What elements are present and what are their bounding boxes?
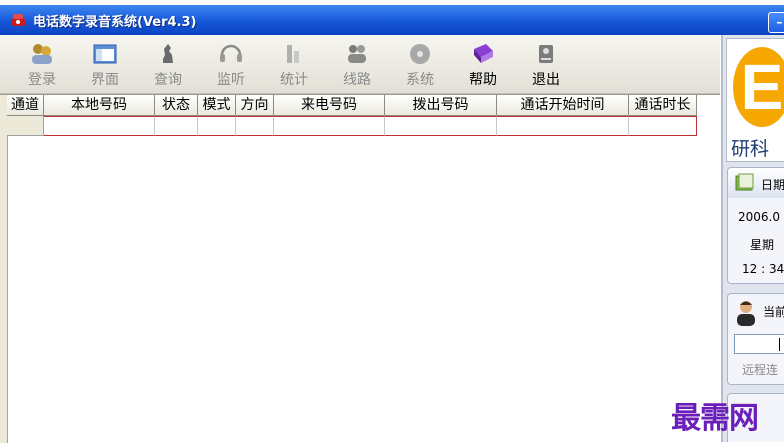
weekday-value: 星期	[750, 238, 775, 252]
calendar-icon	[735, 173, 754, 191]
toolbar-button-system[interactable]: 系统	[392, 39, 448, 91]
toolbar-button-interface[interactable]: 界面	[77, 39, 133, 91]
grid-left-edge	[0, 95, 8, 443]
toolbar-label: 查询	[154, 72, 182, 88]
table-cell[interactable]	[385, 116, 497, 136]
call-records-grid[interactable]: 通道 本地号码 状态 模式 方向 来电号码 拨出号码 通话开始时间 通话时长	[0, 94, 720, 443]
table-cell[interactable]	[274, 116, 385, 136]
toolbar-button-query[interactable]: 查询	[140, 39, 196, 91]
watermark: 最需网	[671, 401, 759, 436]
toolbar-label: 退出	[532, 72, 560, 88]
column-header-incoming-number[interactable]: 来电号码	[274, 95, 385, 116]
toolbar-button-monitor[interactable]: 监听	[203, 39, 259, 91]
interface-window-icon	[93, 44, 117, 64]
column-header-duration[interactable]: 通话时长	[629, 95, 697, 116]
table-cell[interactable]	[198, 116, 236, 136]
text-caret	[779, 338, 780, 351]
line-users-icon	[348, 45, 366, 63]
table-cell[interactable]	[497, 116, 629, 136]
login-users-icon	[32, 44, 52, 64]
date-panel: 日期 2006.0 星期 12 : 34	[727, 167, 784, 284]
toolbar-button-help[interactable]: 帮助	[455, 39, 511, 91]
table-cell[interactable]	[236, 116, 274, 136]
toolbar-label: 界面	[91, 72, 119, 88]
monitor-headset-icon	[220, 44, 242, 62]
exit-icon	[539, 45, 553, 63]
date-panel-title: 日期	[761, 178, 784, 192]
toolbar-label: 系统	[406, 72, 434, 88]
system-disc-icon	[410, 44, 430, 64]
toolbar-label: 登录	[28, 72, 56, 88]
table-cell[interactable]	[155, 116, 198, 136]
grid-header: 通道 本地号码 状态 模式 方向 来电号码 拨出号码 通话开始时间 通话时长	[7, 95, 697, 116]
time-value: 12 : 34	[742, 262, 784, 276]
toolbar-label: 线路	[343, 72, 371, 88]
toolbar-label: 监听	[217, 72, 245, 88]
remote-connect-button[interactable]: 远程连	[734, 360, 784, 380]
column-header-outgoing-number[interactable]: 拨出号码	[385, 95, 497, 116]
date-value: 2006.0	[738, 210, 780, 224]
current-user-panel: 当前 远程连	[727, 293, 784, 385]
toolbar-button-line[interactable]: 线路	[329, 39, 385, 91]
column-header-direction[interactable]: 方向	[236, 95, 274, 116]
query-chess-icon	[163, 44, 173, 63]
table-cell[interactable]	[44, 116, 155, 136]
company-logo: E 研科	[726, 38, 784, 162]
row-selector[interactable]	[7, 116, 44, 136]
window-title: 电话数字录音系统(Ver4.3)	[33, 15, 197, 30]
logo-e-icon: E	[733, 47, 784, 127]
toolbar-button-exit[interactable]: 退出	[518, 39, 574, 91]
column-header-mode[interactable]: 模式	[198, 95, 236, 116]
table-cell[interactable]	[629, 116, 697, 136]
logo-text: 研科	[731, 138, 770, 160]
column-header-local-number[interactable]: 本地号码	[44, 95, 155, 116]
minimize-button[interactable]: –	[768, 12, 784, 33]
column-header-start-time[interactable]: 通话开始时间	[497, 95, 629, 116]
toolbar-button-statistics[interactable]: 统计	[266, 39, 322, 91]
column-header-status[interactable]: 状态	[155, 95, 198, 116]
right-sidebar: E 研科 日期 2006.0 星期 12 : 34 当前 远程连	[721, 35, 784, 442]
current-user-input[interactable]	[734, 334, 784, 354]
toolbar-label: 统计	[280, 72, 308, 88]
help-book-icon	[474, 44, 493, 63]
statistics-icon	[287, 45, 299, 63]
toolbar: 登录 界面 查询 监听 统计 线路 系统 帮助 退出	[0, 35, 720, 94]
title-bar[interactable]: 电话数字录音系统(Ver4.3) –	[0, 5, 784, 35]
current-user-title: 当前	[763, 305, 784, 319]
toolbar-button-login[interactable]: 登录	[14, 39, 70, 91]
user-icon	[737, 301, 755, 326]
table-row[interactable]	[7, 116, 697, 136]
column-header-channel[interactable]: 通道	[7, 95, 44, 116]
phone-app-icon	[11, 14, 25, 26]
toolbar-label: 帮助	[469, 72, 497, 88]
date-panel-header: 日期	[728, 168, 784, 198]
